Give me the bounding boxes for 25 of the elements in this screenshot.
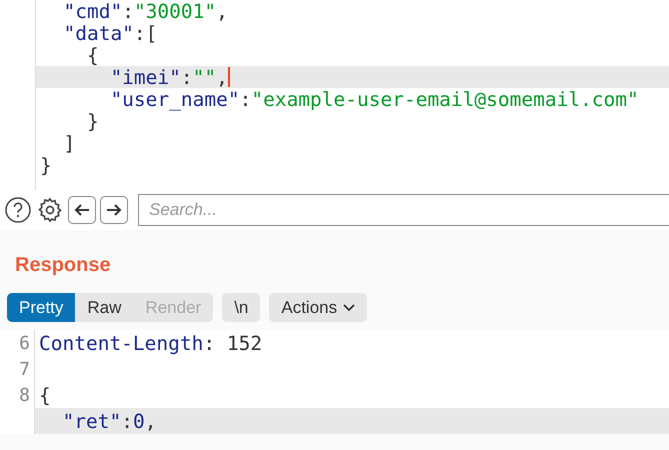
settings-icon[interactable] [36,196,64,224]
newline-toggle[interactable]: \n [222,293,260,322]
code-line: "ret":0, [61,410,156,432]
code-line: } [86,110,99,132]
code-line: "data":[ [62,22,158,44]
code-line: { [38,384,51,406]
section-title: Response [14,254,112,277]
back-button[interactable] [68,196,96,224]
code-line: { [86,44,99,66]
search-field[interactable]: Search... [138,194,669,226]
code-line: } [39,154,52,176]
chevron-down-icon [343,304,356,312]
line-number: 8 [18,384,31,406]
code-line: "imei":"", [109,66,228,88]
view-tab[interactable]: Pretty [7,293,76,322]
help-icon[interactable] [4,196,32,224]
actions-button[interactable]: Actions [269,293,368,322]
line-number: 7 [18,358,31,380]
code-line: "user_name":"example-user-email@somemail.com" [109,88,639,110]
code-line: Content-Length: 152 [38,332,262,354]
code-line: "cmd":"30001", [62,0,228,22]
view-tab[interactable]: Raw [75,293,134,322]
forward-button[interactable] [100,196,128,224]
code-line: ] [62,132,76,154]
line-number: 6 [18,332,31,354]
